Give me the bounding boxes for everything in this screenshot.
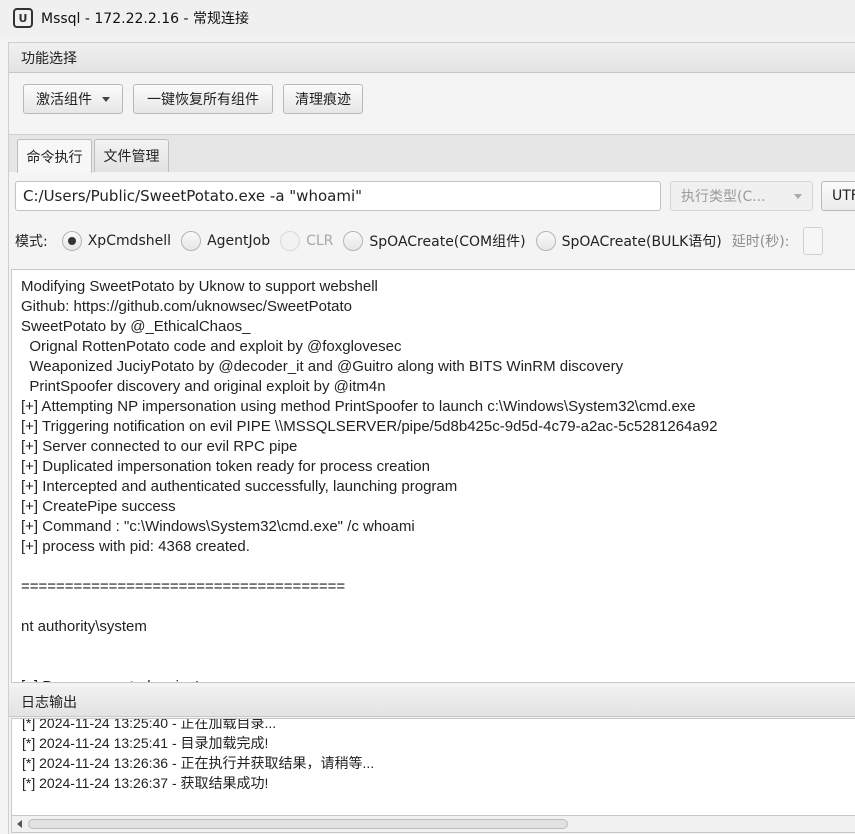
mode-clr-radio: CLR	[280, 231, 333, 251]
activate-component-dropdown[interactable]: 激活组件	[23, 84, 123, 114]
function-toolbar: 激活组件 一键恢复所有组件 清理痕迹	[9, 73, 855, 131]
log-line: [*] 2024-11-24 13:26:36 - 正在执行并获取结果，请稍等.…	[22, 755, 375, 771]
mode-option-label: CLR	[306, 233, 334, 249]
mode-option-label: SpOACreate(COM组件)	[369, 234, 526, 250]
delay-input[interactable]	[803, 227, 824, 255]
activate-component-label: 激活组件	[36, 92, 92, 108]
mode-option-label: SpOACreate(BULK语句)	[561, 234, 722, 250]
restore-all-components-button[interactable]: 一键恢复所有组件	[133, 84, 273, 114]
mode-spoacreate-com-radio[interactable]: SpOACreate(COM组件)	[343, 231, 526, 251]
mode-row: 模式: XpCmdshell AgentJob CLR SpOACreate(C…	[15, 227, 824, 255]
main-window: 功能选择 激活组件 一键恢复所有组件 清理痕迹 命令执行 文件管理 执行类型(C…	[8, 42, 855, 834]
function-section-header: 功能选择	[9, 43, 855, 73]
radio-checked-icon	[61, 231, 82, 251]
exec-type-select[interactable]: 执行类型(C...	[670, 181, 813, 211]
log-output[interactable]: [*] 2024-11-24 13:25:40 - 正在加载目录... [*] …	[11, 718, 855, 818]
exec-type-placeholder: 执行类型(C...	[681, 189, 766, 205]
log-section-header: 日志输出	[9, 687, 855, 717]
command-input[interactable]	[15, 181, 661, 211]
mode-spoacreate-bulk-radio[interactable]: SpOACreate(BULK语句)	[535, 231, 722, 251]
radio-disabled-icon	[280, 231, 301, 251]
command-output[interactable]: Modifying SweetPotato by Uknow to suppor…	[11, 269, 855, 683]
log-line: [*] 2024-11-24 13:26:37 - 获取结果成功!	[22, 775, 269, 791]
scroll-left-icon[interactable]	[17, 820, 22, 828]
scrollbar-thumb[interactable]	[28, 819, 568, 829]
mode-option-label: AgentJob	[207, 233, 271, 249]
encoding-select[interactable]: UTF	[821, 181, 855, 211]
command-output-text: Modifying SweetPotato by Uknow to suppor…	[21, 278, 718, 682]
clean-traces-button[interactable]: 清理痕迹	[283, 84, 363, 114]
log-horizontal-scrollbar[interactable]	[11, 815, 855, 833]
mode-agentjob-radio[interactable]: AgentJob	[181, 231, 270, 251]
mode-label: 模式:	[15, 234, 48, 250]
tab-file-manager[interactable]: 文件管理	[94, 139, 169, 172]
tab-command-exec[interactable]: 命令执行	[17, 139, 92, 173]
window-title: Mssql - 172.22.2.16 - 常规连接	[41, 11, 249, 27]
delay-label: 延时(秒):	[731, 234, 790, 250]
mode-xpcmdshell-radio[interactable]: XpCmdshell	[61, 231, 172, 251]
title-bar: U Mssql - 172.22.2.16 - 常规连接	[0, 0, 855, 36]
radio-unchecked-icon	[343, 231, 364, 251]
mode-option-label: XpCmdshell	[87, 233, 172, 249]
chevron-down-icon	[102, 96, 110, 102]
log-line: [*] 2024-11-24 13:25:41 - 目录加载完成!	[22, 735, 269, 751]
chevron-down-icon	[794, 194, 802, 199]
radio-unchecked-icon	[181, 231, 202, 251]
log-line: [*] 2024-11-24 13:25:40 - 正在加载目录...	[22, 718, 277, 731]
mssql-app-icon: U	[13, 8, 33, 28]
radio-unchecked-icon	[535, 231, 556, 251]
